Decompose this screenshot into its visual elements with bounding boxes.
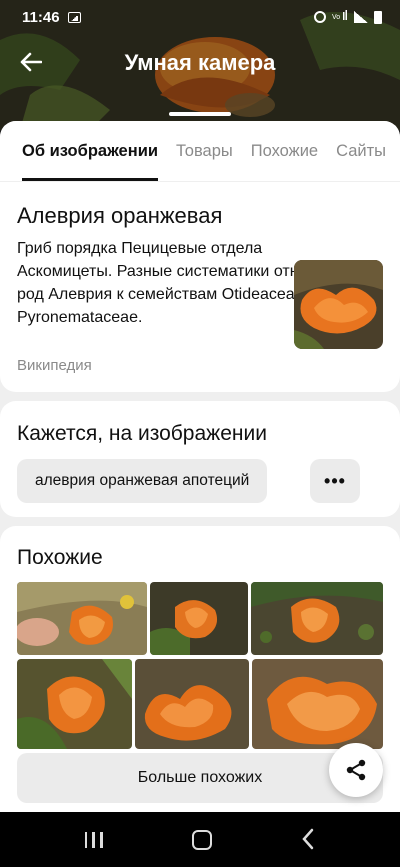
info-title[interactable]: Алеврия оранжевая xyxy=(17,203,222,229)
svg-text:Vo: Vo xyxy=(332,14,340,21)
wikipedia-source-link[interactable]: Википедия xyxy=(17,357,92,374)
similar-title: Похожие xyxy=(17,546,103,569)
similar-image[interactable] xyxy=(251,582,383,655)
tab-similar[interactable]: Похожие xyxy=(251,121,318,181)
similar-image[interactable] xyxy=(17,582,147,655)
similar-image[interactable] xyxy=(252,659,383,749)
alarm-icon xyxy=(314,11,326,23)
tab-sites[interactable]: Сайты xyxy=(336,121,386,181)
status-time: 11:46 xyxy=(22,8,60,26)
volte-icon: Vo xyxy=(332,9,348,25)
share-button[interactable] xyxy=(329,743,383,797)
share-icon xyxy=(346,759,366,781)
system-nav-bar xyxy=(0,812,400,867)
detected-objects-card: Кажется, на изображении алеврия оранжева… xyxy=(0,401,400,517)
sheet-drag-handle[interactable] xyxy=(169,112,231,116)
similar-image[interactable] xyxy=(150,582,248,655)
page-title: Умная камера xyxy=(124,50,276,75)
tab-bar: Об изображении Товары Похожие Сайты xyxy=(0,121,400,181)
more-options-button[interactable]: ••• xyxy=(310,459,360,503)
detected-object-chip[interactable]: алеврия оранжевая апотеций xyxy=(17,459,268,503)
similar-image[interactable] xyxy=(135,659,249,749)
status-bar: 11:46 Vo xyxy=(0,0,400,34)
home-icon[interactable] xyxy=(191,829,212,850)
detected-objects-title: Кажется, на изображении xyxy=(17,422,267,445)
back-icon[interactable] xyxy=(301,828,315,851)
tab-about-image[interactable]: Об изображении xyxy=(22,121,158,181)
similar-image[interactable] xyxy=(17,659,132,749)
more-similar-button[interactable]: Больше похожих xyxy=(17,753,383,803)
signal-icon xyxy=(354,11,368,23)
results-sheet: Об изображении Товары Похожие Сайты Алев… xyxy=(0,121,400,812)
recent-apps-icon[interactable] xyxy=(84,831,103,848)
battery-icon xyxy=(374,10,382,24)
gallery-icon xyxy=(67,11,81,23)
info-thumbnail[interactable] xyxy=(294,260,383,349)
tab-products[interactable]: Товары xyxy=(176,121,233,181)
